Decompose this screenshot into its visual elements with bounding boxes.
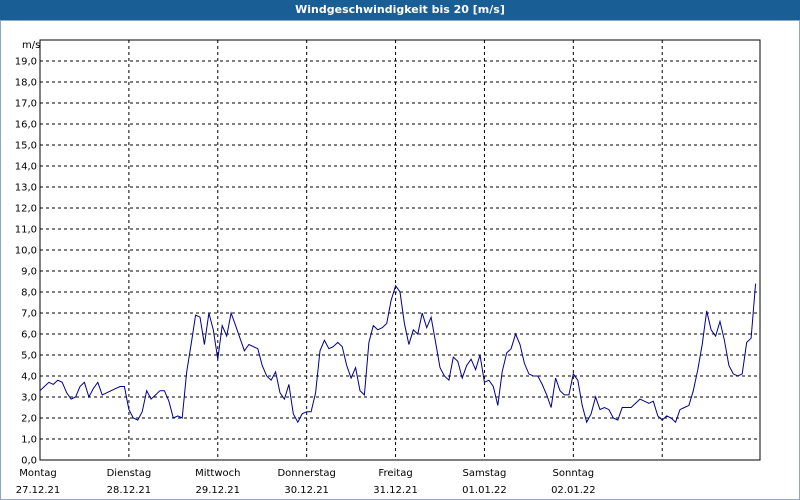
y-tick-label: 4,0 xyxy=(21,372,37,383)
x-tick-day: Freitag xyxy=(378,468,412,479)
y-tick-label: 12,0 xyxy=(15,204,37,215)
x-tick-day: Samstag xyxy=(463,468,507,479)
grid xyxy=(39,39,761,461)
x-tick-date: 27.12.21 xyxy=(16,485,61,496)
y-tick-label: 6,0 xyxy=(21,330,37,341)
y-tick-label: 8,0 xyxy=(21,288,37,299)
x-tick-day: Donnerstag xyxy=(277,468,335,479)
y-tick-label: 17,0 xyxy=(15,99,37,110)
y-tick-label: 18,0 xyxy=(15,78,37,89)
x-tick-date: 28.12.21 xyxy=(107,485,152,496)
y-tick-label: 13,0 xyxy=(15,183,37,194)
y-tick-label: 10,0 xyxy=(15,246,37,257)
y-tick-label: 3,0 xyxy=(21,393,37,404)
plot-area xyxy=(39,283,757,424)
y-tick-label: 1,0 xyxy=(21,435,37,446)
x-tick-day: Sonntag xyxy=(553,468,595,479)
y-tick-label: 5,0 xyxy=(21,351,37,362)
y-tick-label: 2,0 xyxy=(21,414,37,425)
x-tick-date: 30.12.21 xyxy=(284,485,329,496)
x-tick-date: 01.01.22 xyxy=(462,485,507,496)
y-tick-label: 11,0 xyxy=(15,225,37,236)
y-tick-label: 0,0 xyxy=(21,456,37,467)
x-tick-date: 31.12.21 xyxy=(373,485,418,496)
y-tick-label: 19,0 xyxy=(15,57,37,68)
x-axis-labels: Montag 27.12.21 Dienstag 28.12.21 Mittwoch 29… xyxy=(16,468,596,496)
y-tick-label: 7,0 xyxy=(21,309,37,320)
y-axis-unit: m/s xyxy=(22,40,40,51)
x-tick-day: Montag xyxy=(19,468,56,479)
y-axis-labels: 0,0 1,0 2,0 3,0 4,0 5,0 6,0 7,0 8,0 9,0 10,0 11,0 12… xyxy=(15,57,37,467)
x-tick-day: Dienstag xyxy=(107,468,152,479)
wind-speed-chart: 0,0 1,0 2,0 3,0 4,0 5,0 6,0 7,0 8,0 9,0 10,0 11,0 12… xyxy=(15,39,761,496)
x-tick-date: 02.01.22 xyxy=(551,485,596,496)
x-tick-day: Mittwoch xyxy=(195,468,240,479)
y-tick-label: 15,0 xyxy=(15,141,37,152)
y-tick-label: 16,0 xyxy=(15,120,37,131)
y-tick-label: 14,0 xyxy=(15,162,37,173)
x-tick-date: 29.12.21 xyxy=(196,485,241,496)
series-line xyxy=(39,283,757,424)
y-tick-label: 9,0 xyxy=(21,267,37,278)
